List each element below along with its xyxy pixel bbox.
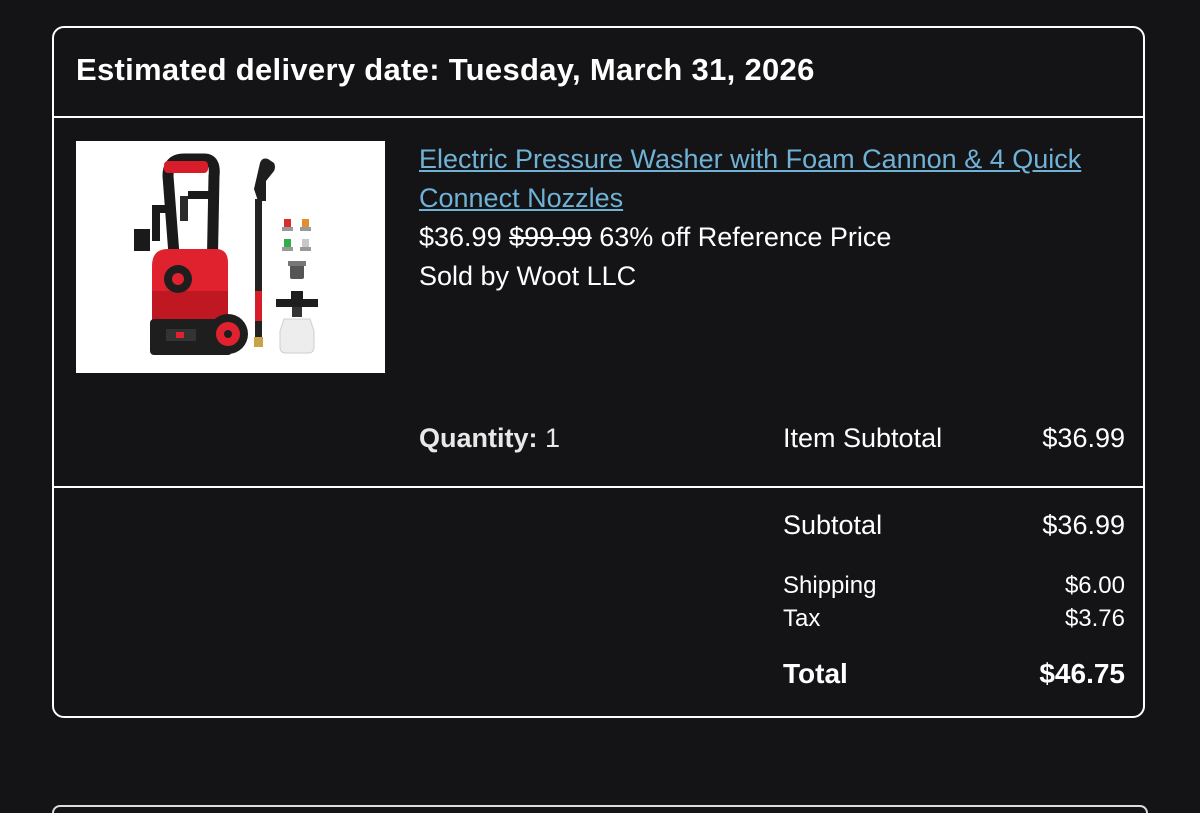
subtotal-value: $36.99 — [1042, 510, 1125, 540]
tax-value: $3.76 — [1064, 605, 1125, 632]
subtotal-label: Subtotal — [783, 510, 883, 540]
quantity-label: Quantity: — [419, 423, 538, 453]
quantity: Quantity: 1 — [419, 423, 560, 454]
shipping-value: $6.00 — [1064, 572, 1125, 599]
order-totals: Subtotal $36.99 Shipping $6.00 Tax $3.76… — [54, 488, 1143, 716]
item-subtotal-label: Item Subtotal — [783, 423, 943, 453]
shipping-label: Shipping — [783, 572, 877, 599]
order-card: Estimated delivery date: Tuesday, March … — [52, 26, 1145, 718]
product-info: Electric Pressure Washer with Foam Canno… — [419, 140, 1109, 296]
item-subtotal-row: Item Subtotal $36.99 — [783, 423, 1125, 454]
total-row: Total $46.75 — [783, 658, 1125, 690]
price-line: $36.99 $99.99 63% off Reference Price — [419, 218, 1109, 257]
product-title-link[interactable]: Electric Pressure Washer with Foam Canno… — [419, 140, 1109, 218]
discount-text: 63% off Reference Price — [599, 222, 892, 252]
total-value: $46.75 — [1039, 658, 1125, 689]
delivery-date-title: Estimated delivery date: Tuesday, March … — [76, 52, 815, 87]
item-subtotal-value: $36.99 — [1042, 423, 1125, 453]
order-item: Electric Pressure Washer with Foam Canno… — [54, 118, 1143, 488]
tax-label: Tax — [783, 605, 821, 632]
seller-text: Sold by Woot LLC — [419, 261, 637, 291]
total-label: Total — [783, 658, 848, 689]
current-price: $36.99 — [419, 222, 502, 252]
nozzles — [282, 219, 311, 251]
original-price: $99.99 — [509, 222, 592, 252]
delivery-header: Estimated delivery date: Tuesday, March … — [54, 28, 1143, 118]
pressure-washer-illustration — [134, 153, 318, 355]
product-image[interactable] — [76, 141, 385, 373]
subtotal-row: Subtotal $36.99 — [783, 510, 1125, 541]
quantity-value: 1 — [545, 423, 561, 453]
tax-row: Tax $3.76 — [783, 605, 1125, 633]
next-order-card-edge — [52, 805, 1148, 813]
shipping-row: Shipping $6.00 — [783, 572, 1125, 600]
